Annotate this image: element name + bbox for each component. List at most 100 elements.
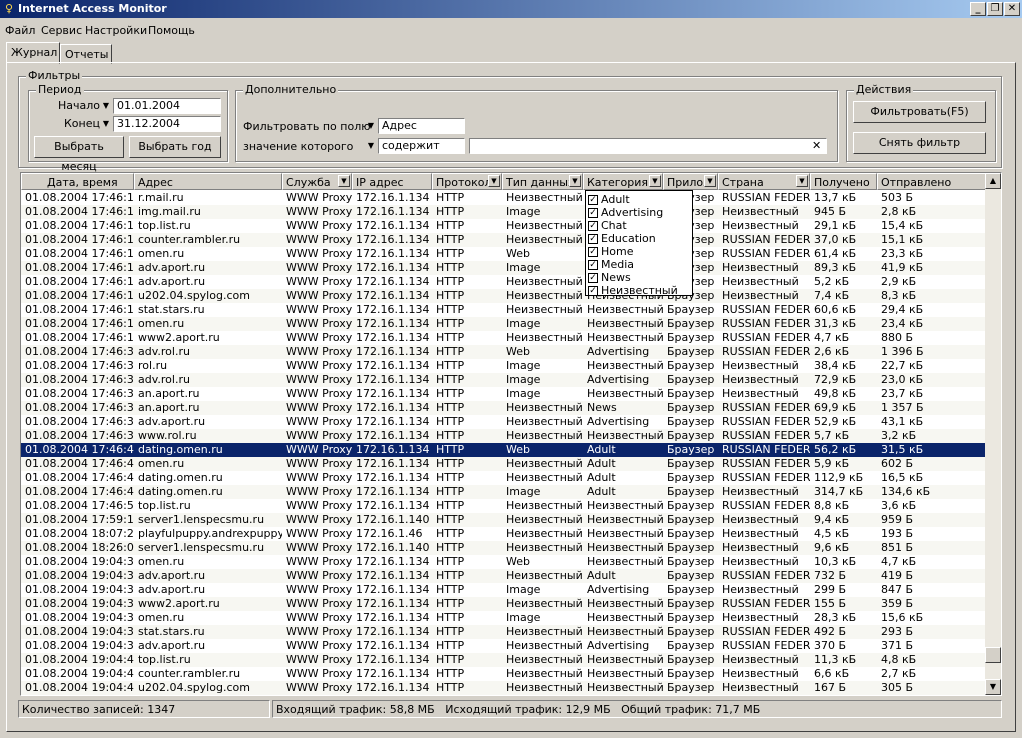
table-row[interactable]: 01.08.2004 17:46:11 r.mail.ru WWW Proxy 172… [21, 191, 986, 205]
table-cell: Неизвестный [506, 401, 583, 414]
table-row[interactable]: 01.08.2004 17:46:33 adv.aport.ru WWW Proxy… [21, 415, 986, 429]
column-header[interactable]: Дата, время [21, 173, 134, 190]
table-row[interactable]: 01.08.2004 17:46:34 www.rol.ru WWW Proxy 17… [21, 429, 986, 443]
table-row[interactable]: 01.08.2004 17:46:54 top.list.ru WWW Proxy 1… [21, 499, 986, 513]
maximize-button[interactable]: ❐ [987, 2, 1003, 16]
filter-field-select[interactable]: Адрес [378, 118, 465, 134]
column-filter-icon[interactable]: ▼ [488, 175, 500, 187]
tab-reports[interactable]: Отчеты [60, 44, 112, 64]
table-row[interactable]: 01.08.2004 17:46:16 omen.ru WWW Proxy 172.1… [21, 247, 986, 261]
category-option[interactable]: ✓ Advertising [588, 206, 663, 219]
category-filter-popup[interactable]: ✓ Adult ✓ Advertising ✓ Chat ✓ Education ✓ Home ✓ M… [585, 190, 693, 297]
column-filter-icon[interactable]: ▼ [796, 175, 808, 187]
column-header[interactable]: IP адрес [352, 173, 432, 190]
table-row[interactable]: 01.08.2004 18:26:07 server1.lenspecsmu.ru… [21, 541, 986, 555]
checkbox-icon[interactable]: ✓ [588, 221, 598, 231]
table-row[interactable]: 01.08.2004 19:04:38 omen.ru WWW Proxy 172.1… [21, 555, 986, 569]
checkbox-icon[interactable]: ✓ [588, 195, 598, 205]
checkbox-icon[interactable]: ✓ [588, 208, 598, 218]
table-row[interactable]: 01.08.2004 19:04:39 www2.aport.ru WWW Prox… [21, 597, 986, 611]
checkbox-icon[interactable]: ✓ [588, 273, 598, 283]
column-filter-icon[interactable]: ▼ [338, 175, 350, 187]
table-row[interactable]: 01.08.2004 17:59:11 server1.lenspecsmu.ru… [21, 513, 986, 527]
table-row[interactable]: 01.08.2004 17:46:11 top.list.ru WWW Proxy 1… [21, 219, 986, 233]
tab-journal[interactable]: Журнал [6, 42, 60, 64]
reset-filter-button[interactable]: Снять фильтр [853, 132, 986, 154]
field-dropdown-icon[interactable]: ▼ [366, 121, 376, 131]
table-row[interactable]: 01.08.2004 17:46:17 adv.aport.ru WWW Proxy… [21, 261, 986, 275]
scroll-up-icon[interactable]: ▲ [985, 173, 1001, 189]
table-row[interactable]: 01.08.2004 17:46:17 omen.ru WWW Proxy 172.1… [21, 317, 986, 331]
checkbox-icon[interactable]: ✓ [588, 286, 598, 296]
close-button[interactable]: ✕ [1004, 2, 1020, 16]
end-date-field[interactable]: 31.12.2004 [113, 116, 221, 132]
log-grid[interactable]: Дата, время Адрес Служба ▼ IP адрес Протокол ▼… [20, 172, 1002, 696]
checkbox-icon[interactable]: ✓ [588, 234, 598, 244]
category-option[interactable]: ✓ Неизвестный [588, 284, 678, 297]
category-option[interactable]: ✓ News [588, 271, 631, 284]
table-row[interactable]: 01.08.2004 19:04:39 stat.stars.ru WWW Prox… [21, 625, 986, 639]
table-row[interactable]: 01.08.2004 17:46:49 dating.omen.ru WWW Pro… [21, 485, 986, 499]
filter-value-input[interactable] [469, 138, 827, 154]
table-row[interactable]: 01.08.2004 19:04:39 omen.ru WWW Proxy 172.1… [21, 611, 986, 625]
clear-filter-icon[interactable]: ✕ [812, 139, 821, 152]
table-cell: Браузер [667, 583, 715, 596]
table-row[interactable]: 01.08.2004 19:04:39 adv.aport.ru WWW Proxy… [21, 583, 986, 597]
table-row[interactable]: 01.08.2004 17:46:17 www2.aport.ru WWW Prox… [21, 331, 986, 345]
menu-help[interactable]: Помощь [148, 24, 195, 37]
column-header[interactable]: Тип данных ▼ [502, 173, 583, 190]
column-header[interactable]: Страна ▼ [718, 173, 810, 190]
table-row[interactable]: 01.08.2004 17:46:33 rol.ru WWW Proxy 172.16… [21, 359, 986, 373]
column-header[interactable]: Адрес [134, 173, 282, 190]
table-row[interactable]: 01.08.2004 17:46:17 u202.04.spylog.com WWW… [21, 289, 986, 303]
table-row[interactable]: 01.08.2004 17:46:17 stat.stars.ru WWW Prox… [21, 303, 986, 317]
column-header[interactable]: Отправлено [877, 173, 986, 190]
table-row[interactable]: 01.08.2004 17:46:11 counter.rambler.ru WWW… [21, 233, 986, 247]
filter-button[interactable]: Фильтровать(F5) [853, 101, 986, 123]
menu-service[interactable]: Сервис [41, 24, 82, 37]
table-row[interactable]: 01.08.2004 18:07:20 playfulpuppy.andrexpu… [21, 527, 986, 541]
scroll-down-icon[interactable]: ▼ [985, 679, 1001, 695]
menu-file[interactable]: Файл [5, 24, 35, 37]
menu-settings[interactable]: Настройки [85, 24, 147, 37]
column-filter-icon[interactable]: ▼ [569, 175, 581, 187]
table-row[interactable]: 01.08.2004 17:46:49 omen.ru WWW Proxy 172.1… [21, 457, 986, 471]
checkbox-icon[interactable]: ✓ [588, 260, 598, 270]
table-row[interactable]: 01.08.2004 17:46:33 an.aport.ru WWW Proxy 1… [21, 387, 986, 401]
table-row[interactable]: 01.08.2004 17:46:33 adv.rol.ru WWW Proxy 17… [21, 345, 986, 359]
category-option[interactable]: ✓ Chat [588, 219, 627, 232]
scroll-thumb[interactable] [985, 647, 1001, 663]
column-header[interactable]: Получено [810, 173, 877, 190]
table-row[interactable]: 01.08.2004 19:04:40 u202.04.spylog.com WWW… [21, 681, 986, 695]
vertical-scrollbar[interactable]: ▲ ▼ [985, 173, 1001, 695]
category-option[interactable]: ✓ Education [588, 232, 656, 245]
column-header[interactable]: Прилож ▼ [663, 173, 718, 190]
end-dropdown-icon[interactable]: ▼ [101, 119, 111, 129]
column-header[interactable]: Категория х ▼ [583, 173, 663, 190]
table-row[interactable]: 01.08.2004 17:46:49 dating.omen.ru WWW Pro… [21, 471, 986, 485]
condition-select[interactable]: содержит [378, 138, 465, 154]
select-year-button[interactable]: Выбрать год [129, 136, 221, 158]
table-row[interactable]: 01.08.2004 19:04:39 adv.aport.ru WWW Proxy… [21, 639, 986, 653]
column-header[interactable]: Служба ▼ [282, 173, 352, 190]
table-row[interactable]: 01.08.2004 17:46:33 adv.rol.ru WWW Proxy 17… [21, 373, 986, 387]
table-row[interactable]: 01.08.2004 19:04:39 adv.aport.ru WWW Proxy… [21, 569, 986, 583]
column-header[interactable]: Протокол ▼ [432, 173, 502, 190]
table-row[interactable]: 01.08.2004 19:04:40 top.list.ru WWW Proxy 1… [21, 653, 986, 667]
category-option[interactable]: ✓ Home [588, 245, 633, 258]
start-date-field[interactable]: 01.01.2004 [113, 98, 221, 114]
category-option[interactable]: ✓ Media [588, 258, 634, 271]
minimize-button[interactable]: _ [970, 2, 986, 16]
table-row[interactable]: 01.08.2004 17:46:33 an.aport.ru WWW Proxy 1… [21, 401, 986, 415]
table-row[interactable]: 01.08.2004 19:04:40 counter.rambler.ru WWW… [21, 667, 986, 681]
condition-dropdown-icon[interactable]: ▼ [366, 141, 376, 151]
start-dropdown-icon[interactable]: ▼ [101, 101, 111, 111]
select-month-button[interactable]: Выбрать месяц [34, 136, 124, 173]
table-row[interactable]: 01.08.2004 17:46:11 img.mail.ru WWW Proxy 1… [21, 205, 986, 219]
checkbox-icon[interactable]: ✓ [588, 247, 598, 257]
table-row[interactable]: 01.08.2004 17:46:17 adv.aport.ru WWW Proxy… [21, 275, 986, 289]
column-filter-icon[interactable]: ▼ [649, 175, 661, 187]
category-option[interactable]: ✓ Adult [588, 193, 630, 206]
column-filter-icon[interactable]: ▼ [704, 175, 716, 187]
table-row[interactable]: 01.08.2004 17:46:49 dating.omen.ru WWW Pro… [21, 443, 986, 457]
